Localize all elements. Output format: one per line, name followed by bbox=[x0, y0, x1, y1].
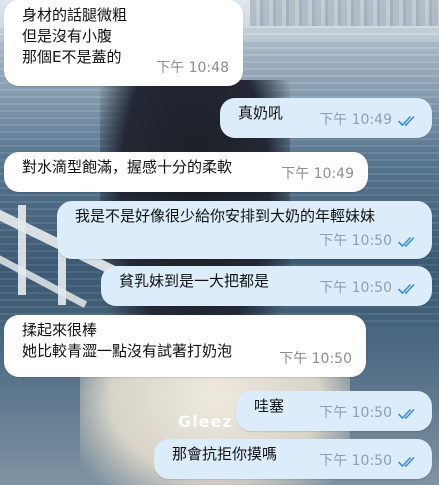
message-time: 下午 10:50 bbox=[279, 351, 352, 367]
message-text: 我是不是好像很少給你安排到大奶的年輕妹妹 bbox=[75, 207, 376, 225]
message-time: 下午 10:49 bbox=[319, 112, 392, 128]
message-time: 下午 10:48 bbox=[156, 60, 229, 76]
wallpaper-railing-post bbox=[18, 205, 26, 295]
message-bubble-outgoing[interactable]: 那會抗拒你摸嗎 下午 10:50 bbox=[154, 439, 432, 479]
message-time: 下午 10:50 bbox=[319, 280, 392, 296]
message-meta: 下午 10:50 bbox=[319, 451, 418, 472]
message-bubble-incoming[interactable]: 揉起來很棒 她比較青澀一點沒有試著打奶泡 下午 10:50 bbox=[4, 315, 366, 377]
message-meta: 下午 10:50 bbox=[319, 278, 418, 299]
message-meta: 下午 10:49 bbox=[281, 164, 354, 185]
message-bubble-outgoing[interactable]: 哇塞 下午 10:50 bbox=[236, 391, 432, 431]
message-meta: 下午 10:50 bbox=[319, 403, 418, 424]
double-check-icon bbox=[398, 115, 415, 126]
double-check-icon bbox=[398, 236, 415, 247]
double-check-icon bbox=[398, 408, 415, 419]
message-time: 下午 10:50 bbox=[319, 405, 392, 421]
message-time: 下午 10:50 bbox=[319, 233, 392, 249]
message-time: 下午 10:49 bbox=[281, 166, 354, 182]
wallpaper-skyline bbox=[250, 0, 439, 26]
message-meta: 下午 10:49 bbox=[319, 110, 418, 131]
message-meta: 下午 10:50 bbox=[319, 231, 418, 252]
message-bubble-outgoing[interactable]: 真奶吼 下午 10:49 bbox=[220, 98, 432, 138]
message-bubble-outgoing[interactable]: 我是不是好像很少給你安排到大奶的年輕妹妹 下午 10:50 bbox=[57, 201, 432, 259]
message-meta: 下午 10:50 bbox=[279, 349, 352, 370]
double-check-icon bbox=[398, 456, 415, 467]
message-time: 下午 10:50 bbox=[319, 453, 392, 469]
message-bubble-incoming[interactable]: 對水滴型飽滿，握感十分的柔軟 下午 10:49 bbox=[4, 152, 368, 192]
message-bubble-outgoing[interactable]: 貧乳妹到是一大把都是 下午 10:50 bbox=[101, 266, 432, 306]
message-meta: 下午 10:48 bbox=[156, 58, 229, 79]
message-bubble-incoming[interactable]: 身材的話腿微粗 但是沒有小腹 那個E不是蓋的 下午 10:48 bbox=[4, 0, 243, 86]
double-check-icon bbox=[398, 283, 415, 294]
wallpaper-watermark: Gleez bbox=[178, 412, 233, 431]
